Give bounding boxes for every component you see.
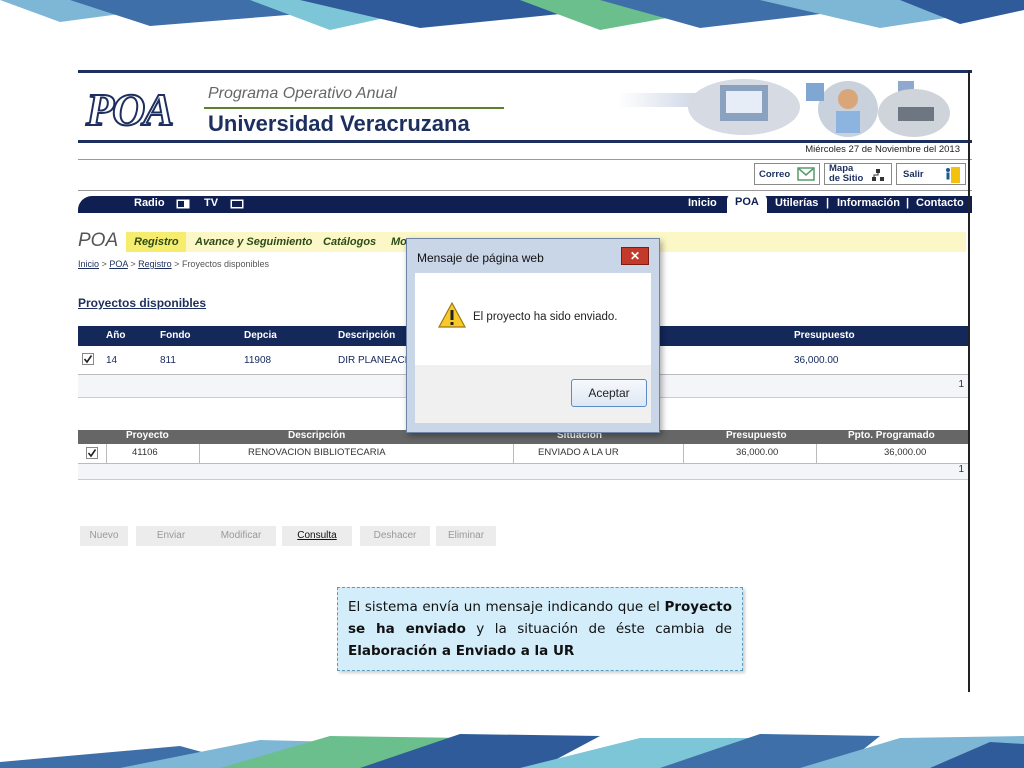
cell-divider (683, 444, 684, 463)
screenshot-edge (968, 70, 970, 692)
menu-mo[interactable]: Mo (391, 236, 407, 248)
nav-inicio[interactable]: Inicio (688, 197, 717, 209)
cell-depcia: 11908 (244, 355, 272, 366)
salir-link[interactable]: Salir (896, 163, 966, 185)
nav-separator: | (826, 197, 830, 209)
dialog-footer: Aceptar (415, 365, 651, 423)
modificar-button[interactable]: Modificar (206, 526, 276, 546)
col-anio: Año (106, 330, 126, 341)
mapa-de-sitio-link[interactable]: Mapa de Sitio (824, 163, 892, 185)
cell-ppto-programado: 36,000.00 (884, 447, 927, 458)
eliminar-button[interactable]: Eliminar (436, 526, 496, 546)
cell-anio: 14 (106, 355, 118, 366)
callout-text-2: y la situación de éste cambia de (465, 621, 732, 637)
correo-link[interactable]: Correo (754, 163, 820, 185)
nav-radio[interactable]: Radio (134, 197, 165, 209)
correo-label: Correo (759, 169, 791, 180)
main-nav: Radio TV Inicio POA Utilerías | Informac… (78, 194, 972, 213)
nav-informacion[interactable]: Información (837, 197, 900, 209)
col-descripcion: Descripción (288, 430, 346, 441)
consulta-button[interactable]: Consulta (282, 526, 352, 546)
cell-proyecto: 41106 (132, 447, 158, 458)
breadcrumb: Inicio > POA > Registro > Froyectos disp… (78, 259, 269, 269)
header-photo-collage (688, 79, 950, 137)
exit-icon (946, 167, 960, 183)
col-presupuesto: Presupuesto (794, 330, 855, 341)
menu-registro[interactable]: Registro (134, 236, 179, 248)
col-fondo: Fondo (160, 330, 191, 341)
warning-icon (437, 301, 467, 328)
nuevo-button[interactable]: Nuevo (80, 526, 128, 546)
header-title: Universidad Veracruzana (208, 111, 470, 136)
col-proyecto: Proyecto (126, 430, 169, 441)
salir-label: Salir (903, 169, 924, 180)
envelope-icon (797, 167, 815, 181)
radio-icon (176, 199, 190, 209)
breadcrumb-separator: > (101, 259, 107, 269)
current-date: Miércoles 27 de Noviembre del 2013 (805, 144, 960, 155)
page-number[interactable]: 1 (958, 464, 964, 475)
cell-divider (106, 444, 107, 463)
dialog-message: El proyecto ha sido enviado. (473, 311, 618, 323)
dialog-close-button[interactable]: ✕ (621, 247, 649, 265)
web-message-dialog: Mensaje de página web ✕ El proyecto ha s… (406, 238, 660, 433)
dialog-title: Mensaje de página web (417, 251, 544, 265)
explanation-callout: El sistema envía un mensaje indicando qu… (337, 587, 743, 671)
cell-divider (816, 444, 817, 463)
dialog-body: El proyecto ha sido enviado. (415, 273, 651, 365)
poa-section-label: POA (78, 230, 119, 251)
breadcrumb-inicio[interactable]: Inicio (78, 259, 99, 269)
tv-icon (230, 199, 244, 209)
row-checkbox[interactable] (86, 447, 98, 459)
cell-presupuesto: 36,000.00 (794, 355, 839, 366)
deshacer-button[interactable]: Deshacer (360, 526, 430, 546)
aceptar-button[interactable]: Aceptar (571, 379, 647, 407)
date-row: Miércoles 27 de Noviembre del 2013 (78, 142, 972, 158)
nav-tv[interactable]: TV (204, 197, 218, 209)
header-divider (204, 107, 504, 109)
breadcrumb-registro[interactable]: Registro (138, 259, 172, 269)
col-presupuesto: Presupuesto (726, 430, 787, 441)
col-depcia: Depcia (244, 330, 277, 341)
page-number[interactable]: 1 (958, 379, 964, 390)
nav-separator: | (906, 197, 910, 209)
nav-contacto[interactable]: Contacto (916, 197, 964, 209)
nav-poa[interactable]: POA (727, 194, 767, 213)
bottom-decorative-stripes (0, 734, 1024, 768)
nav-utilerias[interactable]: Utilerías (775, 197, 818, 209)
callout-text-1: El sistema envía un mensaje indicando qu… (348, 599, 665, 615)
menu-avance-seguimiento[interactable]: Avance y Seguimiento (195, 236, 312, 248)
col-descripcion: Descripción (338, 330, 396, 341)
cell-presupuesto: 36,000.00 (736, 447, 779, 458)
header-subtitle: Programa Operativo Anual (208, 85, 397, 102)
breadcrumb-current: Froyectos disponibles (181, 259, 269, 269)
cell-descripcion: RENOVACION BIBLIOTECARIA (248, 447, 386, 458)
sitemap-icon (872, 169, 884, 181)
section-title-proyectos: Proyectos disponibles (78, 296, 207, 310)
utility-links: Correo Mapa de Sitio Salir (78, 159, 972, 191)
cell-fondo: 811 (160, 355, 176, 366)
enviar-button[interactable]: Enviar (136, 526, 206, 546)
breadcrumb-poa[interactable]: POA (109, 259, 128, 269)
mapa-label-line2: de Sitio (829, 173, 864, 184)
table-row[interactable]: 41106 RENOVACION BIBLIOTECARIA ENVIADO A… (78, 444, 968, 464)
breadcrumb-separator: > (174, 259, 180, 269)
cell-situacion: ENVIADO A LA UR (538, 447, 619, 458)
site-header: POA Programa Operativo Anual Universidad… (78, 70, 972, 143)
breadcrumb-separator: > (130, 259, 136, 269)
table-pager: 1 (78, 464, 968, 480)
callout-bold-2: Elaboración a Enviado a la UR (348, 643, 575, 659)
cell-descripcion: DIR PLANEACIO (338, 355, 416, 366)
top-decorative-stripes (0, 0, 1024, 30)
cell-divider (199, 444, 200, 463)
poa-logo: POA (85, 83, 175, 136)
row-checkbox[interactable] (82, 353, 94, 365)
menu-catalogos[interactable]: Catálogos (323, 236, 376, 248)
cell-divider (513, 444, 514, 463)
col-ppto-programado: Ppto. Programado (848, 430, 935, 441)
